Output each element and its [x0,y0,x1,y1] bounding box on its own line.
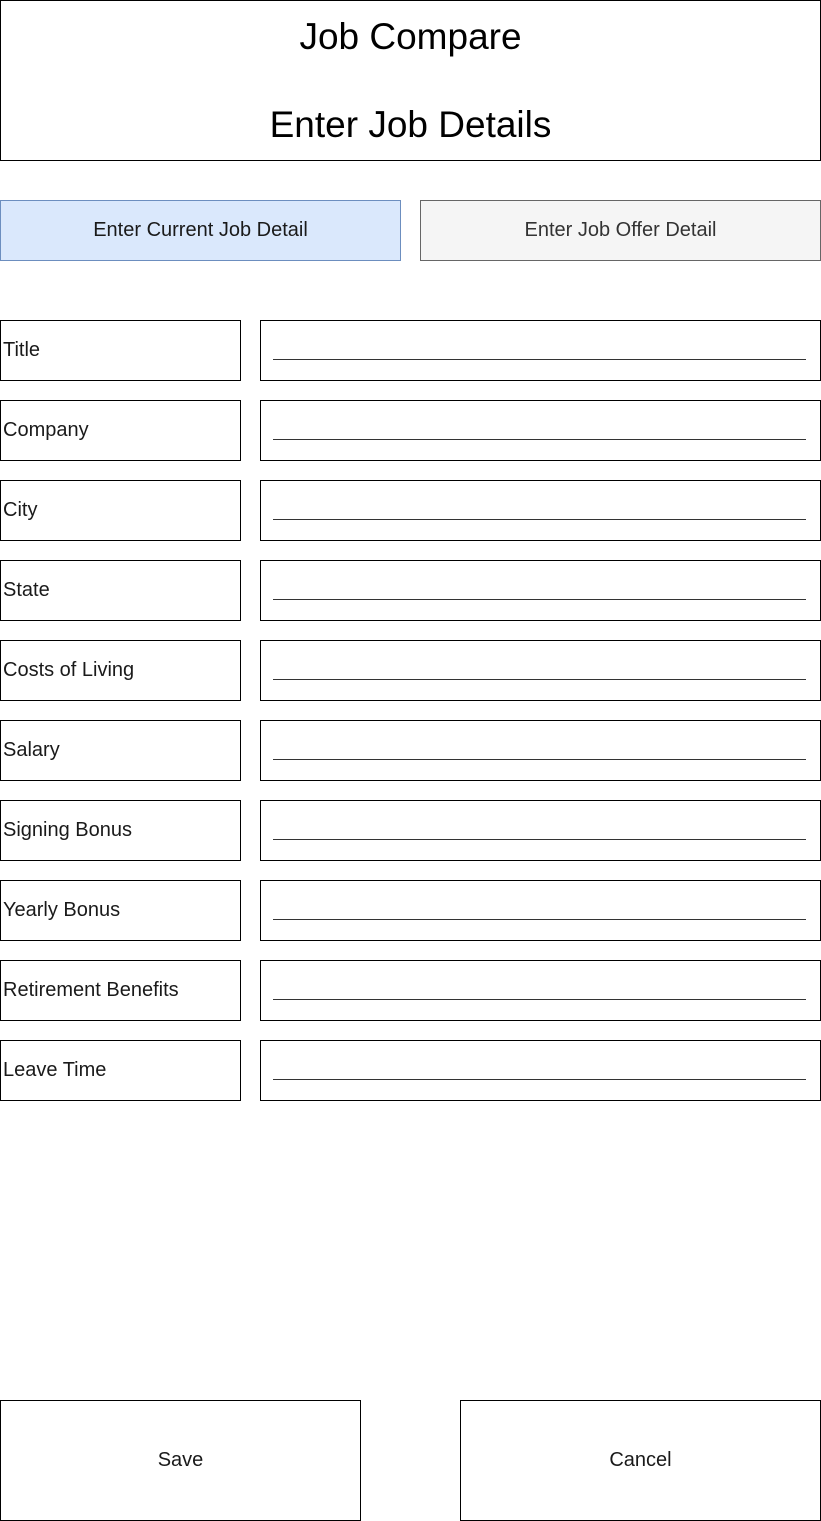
state-label: State [0,560,241,621]
retirement-benefits-label: Retirement Benefits [0,960,241,1021]
form-row-company: Company [0,400,821,461]
app-title: Job Compare [299,16,522,57]
form-row-leave-time: Leave Time [0,1040,821,1101]
cost-of-living-label: Costs of Living [0,640,241,701]
salary-input[interactable] [260,720,821,781]
form-row-cost-of-living: Costs of Living [0,640,821,701]
job-details-screen: Job Compare Enter Job Details Enter Curr… [0,0,821,1521]
tab-job-offer[interactable]: Enter Job Offer Detail [420,200,821,261]
title-input[interactable] [260,320,821,381]
save-button[interactable]: Save [0,1400,361,1521]
form-row-yearly-bonus: Yearly Bonus [0,880,821,941]
form-row-city: City [0,480,821,541]
cost-of-living-input[interactable] [260,640,821,701]
signing-bonus-input[interactable] [260,800,821,861]
form-row-title: Title [0,320,821,381]
city-label: City [0,480,241,541]
form-row-retirement-benefits: Retirement Benefits [0,960,821,1021]
yearly-bonus-label: Yearly Bonus [0,880,241,941]
form-row-signing-bonus: Signing Bonus [0,800,821,861]
page-title: Enter Job Details [269,104,552,145]
yearly-bonus-input[interactable] [260,880,821,941]
leave-time-input[interactable] [260,1040,821,1101]
salary-label: Salary [0,720,241,781]
retirement-benefits-input[interactable] [260,960,821,1021]
company-label: Company [0,400,241,461]
header: Job Compare Enter Job Details [0,0,821,161]
company-input[interactable] [260,400,821,461]
city-input[interactable] [260,480,821,541]
form-row-state: State [0,560,821,621]
tab-current-job[interactable]: Enter Current Job Detail [0,200,401,261]
state-input[interactable] [260,560,821,621]
cancel-button[interactable]: Cancel [460,1400,821,1521]
leave-time-label: Leave Time [0,1040,241,1101]
form-row-salary: Salary [0,720,821,781]
title-label: Title [0,320,241,381]
signing-bonus-label: Signing Bonus [0,800,241,861]
